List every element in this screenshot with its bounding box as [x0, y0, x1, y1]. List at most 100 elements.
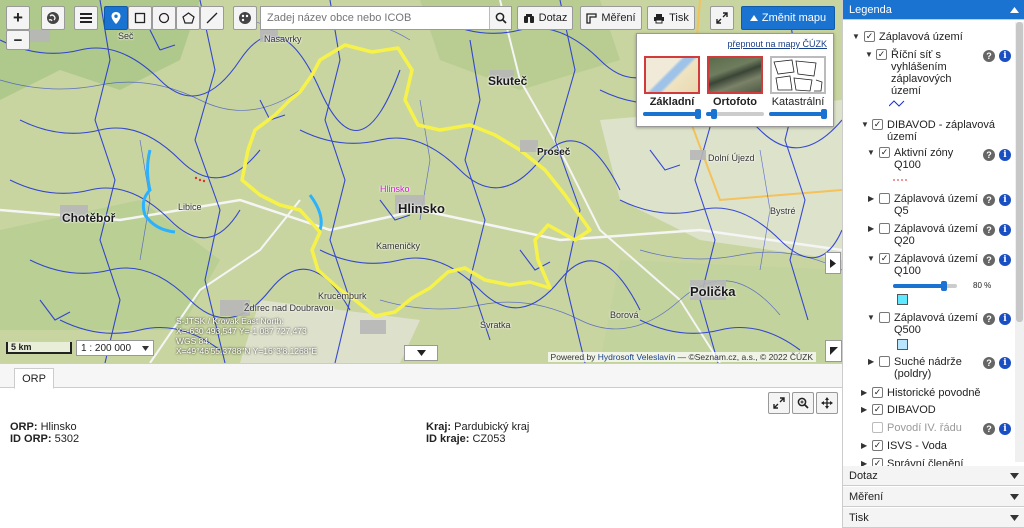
expand-icon — [716, 12, 728, 24]
checkbox-q5[interactable] — [879, 193, 890, 204]
layers-menu-button[interactable] — [74, 6, 98, 30]
legend-scrollbar[interactable] — [1015, 22, 1024, 462]
help-icon[interactable]: ? — [983, 50, 995, 62]
collapsed-arrow-icon[interactable]: ▶ — [861, 388, 867, 397]
checkbox-q20[interactable] — [879, 223, 890, 234]
scale-select[interactable]: 1 : 200 000 — [76, 340, 154, 356]
collapsed-arrow-icon[interactable]: ▶ — [868, 224, 874, 233]
basemap-ortho-opacity-slider[interactable] — [706, 109, 764, 119]
collapsed-arrow-icon[interactable]: ▶ — [868, 194, 874, 203]
place-dolni-ujezd: Dolní Újezd — [708, 153, 755, 163]
expand-arrow-icon[interactable]: ▼ — [861, 120, 869, 129]
basemap-ortho-opacity-knob[interactable] — [711, 109, 717, 119]
legend-header[interactable]: Legenda — [843, 0, 1024, 20]
basemap-basic-opacity-slider[interactable] — [643, 109, 701, 119]
expand-arrow-icon[interactable]: ▼ — [867, 313, 875, 322]
checkbox-historicke[interactable]: ✓ — [872, 387, 883, 398]
help-icon[interactable]: ? — [983, 423, 995, 435]
zoom-in-button[interactable]: + — [6, 6, 30, 30]
active-zone-symbol — [893, 179, 909, 181]
checkbox-ricni-sit[interactable]: ✓ — [876, 49, 887, 60]
tab-orp[interactable]: ORP — [14, 368, 54, 389]
info-icon[interactable]: i — [999, 149, 1011, 161]
checkbox-aktivni-zony[interactable]: ✓ — [879, 147, 890, 158]
help-icon[interactable]: ? — [983, 357, 995, 369]
help-icon[interactable]: ? — [983, 149, 995, 161]
info-icon[interactable]: i — [999, 224, 1011, 236]
line-tool-button[interactable] — [200, 6, 224, 30]
checkbox-dibavod-zaplavova[interactable]: ✓ — [872, 119, 883, 130]
basemap-cadastral[interactable]: Katastrální — [769, 56, 827, 119]
checkbox-dibavod[interactable]: ✓ — [872, 404, 883, 415]
dotaz-panel-header[interactable]: Dotaz — [843, 466, 1024, 486]
point-tool-button[interactable] — [104, 6, 128, 30]
legend-scrollbar-thumb[interactable] — [1016, 22, 1023, 322]
fullscreen-button[interactable] — [710, 6, 734, 30]
pan-to-feature-button[interactable] — [816, 392, 838, 414]
cuzk-maps-link[interactable]: přepnout na mapy ČÚZK — [727, 39, 827, 49]
rectangle-tool-button[interactable] — [128, 6, 152, 30]
expand-right-panel-button[interactable] — [825, 252, 841, 274]
circle-tool-button[interactable] — [152, 6, 176, 30]
change-map-button[interactable]: Změnit mapu — [741, 6, 835, 30]
q100-opacity-knob[interactable] — [941, 281, 947, 291]
help-icon[interactable]: ? — [983, 194, 995, 206]
measure-button[interactable]: Měření — [580, 6, 642, 30]
basemap-basic-opacity-knob[interactable] — [695, 109, 701, 119]
expand-arrow-icon[interactable]: ▼ — [867, 254, 875, 263]
place-sec: Seč — [118, 31, 134, 41]
checkbox-spravni[interactable]: ✓ — [872, 458, 883, 466]
checkbox-povodi[interactable] — [872, 422, 883, 433]
expand-arrow-icon[interactable]: ▼ — [865, 50, 873, 59]
chevron-down-icon — [142, 345, 149, 351]
basemap-basic[interactable]: Základní — [643, 56, 701, 119]
corner-resize-button[interactable] — [825, 340, 842, 362]
collapsed-arrow-icon[interactable]: ▶ — [861, 441, 867, 450]
globe-button[interactable] — [41, 6, 65, 30]
zoom-out-button[interactable]: − — [6, 30, 30, 50]
attribution-link[interactable]: Hydrosoft Veleslavín — [598, 352, 675, 362]
kraj-info: Kraj: Pardubický kraj ID kraje: CZ053 — [426, 421, 529, 445]
basemap-basic-thumb — [644, 56, 700, 94]
basemap-cadastral-opacity-slider[interactable] — [769, 109, 827, 119]
collapsed-arrow-icon[interactable]: ▶ — [861, 405, 867, 414]
tisk-panel-header[interactable]: Tisk — [843, 508, 1024, 528]
legend-item-q5: Záplavová území Q5 — [894, 193, 978, 217]
help-icon[interactable]: ? — [983, 224, 995, 236]
help-icon[interactable]: ? — [983, 313, 995, 325]
info-expand-button[interactable] — [768, 392, 790, 414]
info-icon[interactable]: i — [999, 357, 1011, 369]
expand-arrow-icon[interactable]: ▼ — [852, 32, 860, 41]
checkbox-q100[interactable]: ✓ — [879, 253, 890, 264]
toggle-bottom-panel-button[interactable] — [404, 345, 438, 361]
search-input[interactable] — [261, 7, 489, 29]
legend-item-zaplavova: Záplavová území — [879, 31, 963, 43]
checkbox-q500[interactable] — [879, 312, 890, 323]
help-icon[interactable]: ? — [983, 254, 995, 266]
print-button[interactable]: Tisk — [647, 6, 695, 30]
zoom-to-feature-button[interactable] — [792, 392, 814, 414]
search-button[interactable] — [489, 7, 511, 29]
clear-drawing-button[interactable] — [233, 6, 257, 30]
checkbox-zaplavova[interactable]: ✓ — [864, 31, 875, 42]
checkbox-isvs[interactable]: ✓ — [872, 440, 883, 451]
basemap-ortho-label: Ortofoto — [713, 96, 757, 108]
info-icon[interactable]: i — [999, 50, 1011, 62]
polygon-tool-button[interactable] — [176, 6, 200, 30]
collapsed-arrow-icon[interactable]: ▶ — [861, 459, 867, 466]
map-view[interactable]: Skuteč Proseč Chotěboř Hlinsko Hlinsko P… — [0, 0, 842, 363]
query-button[interactable]: Dotaz — [517, 6, 573, 30]
basemap-cadastral-opacity-knob[interactable] — [821, 109, 827, 119]
basemap-ortho[interactable]: Ortofoto — [706, 56, 764, 119]
q100-opacity-slider[interactable] — [893, 281, 957, 291]
info-icon[interactable]: i — [999, 254, 1011, 266]
info-icon[interactable]: i — [999, 194, 1011, 206]
expand-arrow-icon[interactable]: ▼ — [867, 148, 875, 157]
print-label: Tisk — [669, 12, 689, 24]
info-icon[interactable]: i — [999, 313, 1011, 325]
info-icon[interactable]: i — [999, 423, 1011, 435]
kraj-value: Pardubický kraj — [454, 421, 530, 433]
checkbox-suche-nadrze[interactable] — [879, 356, 890, 367]
mereni-panel-header[interactable]: Měření — [843, 487, 1024, 507]
collapsed-arrow-icon[interactable]: ▶ — [868, 357, 874, 366]
